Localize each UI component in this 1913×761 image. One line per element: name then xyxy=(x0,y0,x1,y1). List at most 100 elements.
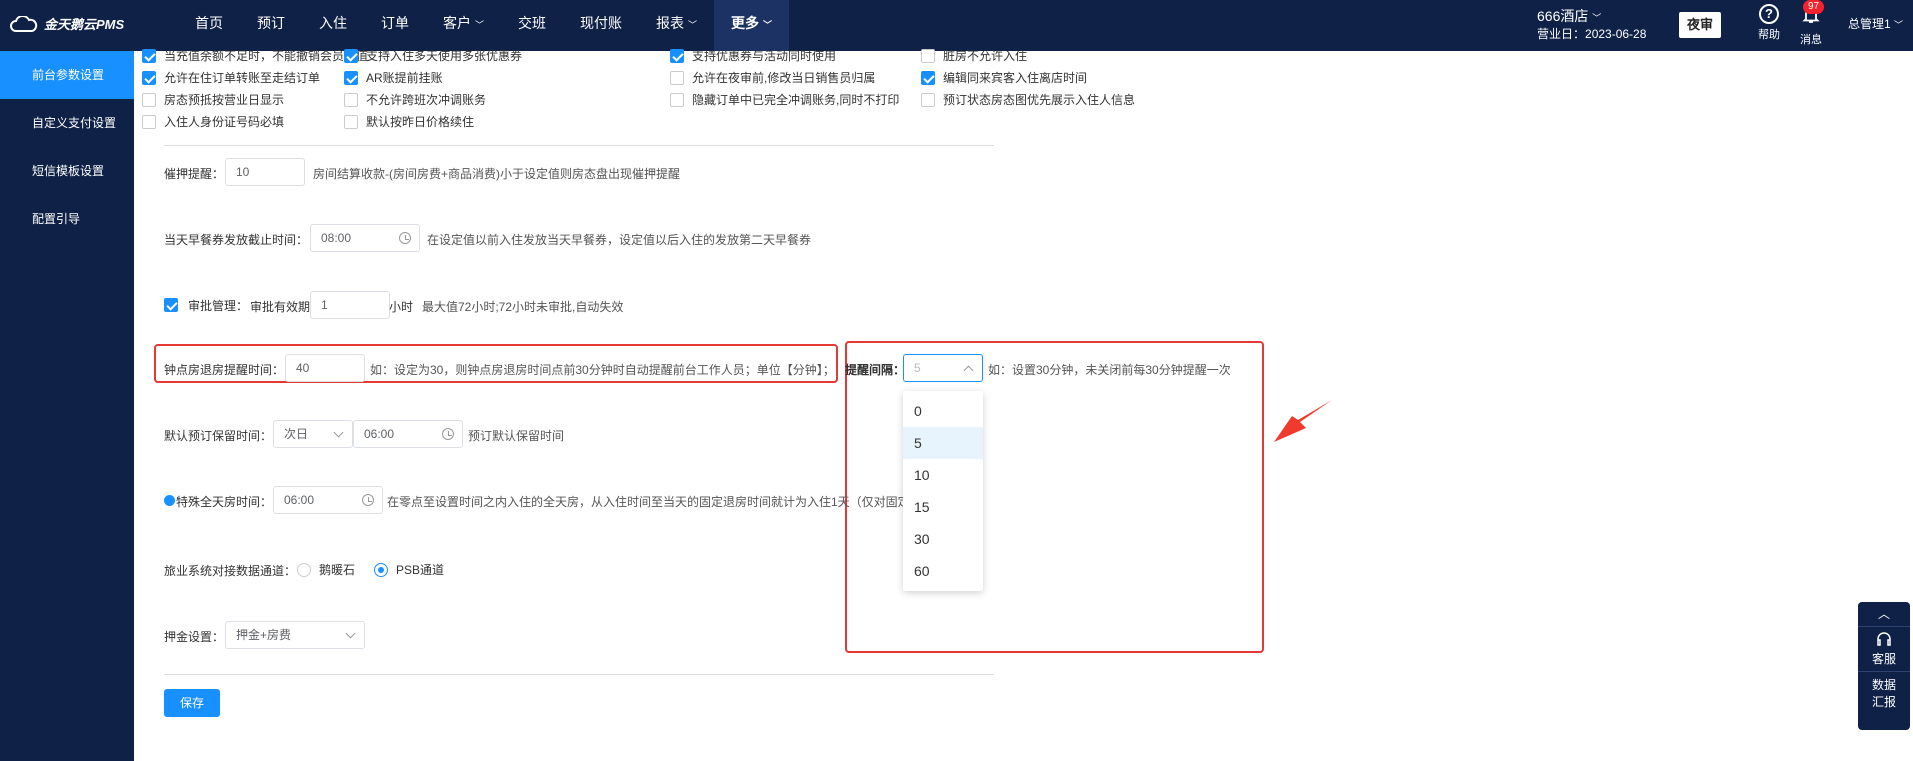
cloud-logo-icon xyxy=(10,15,38,32)
fullday-room-time-picker[interactable]: 06:00 xyxy=(273,486,383,514)
deposit-setting-value: 押金+房费 xyxy=(236,628,292,642)
option-checkbox-col1-0[interactable]: 当充值余额不足时，不能撤销会员充值 xyxy=(142,47,368,64)
clock-icon xyxy=(442,428,454,440)
option-checkbox-col3-1[interactable]: 允许在夜审前,修改当日销售员归属 xyxy=(670,69,875,86)
clock-icon xyxy=(399,232,411,244)
option-label: 编辑同来宾客入住离店时间 xyxy=(943,71,1088,85)
chevron-down-icon: ﹀ xyxy=(763,20,773,30)
nav-item-1[interactable]: 预订 xyxy=(240,0,302,51)
interval-option-0[interactable]: 0 xyxy=(903,395,983,427)
fullday-room-label: 特殊全天房时间： xyxy=(176,495,273,509)
message-count-badge: 97 xyxy=(1803,0,1825,14)
nav-item-7[interactable]: 报表 ﹀ xyxy=(639,0,714,51)
deposit-setting-select[interactable]: 押金+房费 xyxy=(225,621,365,649)
business-date: 营业日：2023-06-28 xyxy=(1537,25,1646,42)
option-checkbox-col2-1[interactable]: AR账提前挂账 xyxy=(344,69,443,86)
hotel-selector[interactable]: 666酒店 ﹀ xyxy=(1537,6,1601,26)
reservation-hold-time-value: 06:00 xyxy=(364,427,395,441)
approval-unit: 小时 xyxy=(389,300,414,314)
reservation-hold-day-select[interactable]: 次日 xyxy=(273,420,353,448)
radio-selected-icon xyxy=(374,562,388,577)
sidebar-item-2[interactable]: 短信模板设置 xyxy=(0,147,134,195)
approval-hint: 最大值72小时;72小时未审批,自动失效 xyxy=(422,300,624,314)
interval-option-15[interactable]: 15 xyxy=(903,491,983,523)
option-checkbox-col1-3[interactable]: 入住人身份证号码必填 xyxy=(142,113,284,130)
option-checkbox-col3-2[interactable]: 隐藏订单中已完全冲调账务,同时不打印 xyxy=(670,91,899,108)
tourism-channel-label: 旅业系统对接数据通道： xyxy=(164,564,297,578)
option-label: 当充值余额不足时，不能撤销会员充值 xyxy=(164,49,369,63)
night-audit-button[interactable]: 夜审 xyxy=(1679,12,1721,38)
approval-checkbox[interactable] xyxy=(164,297,178,312)
app-logo[interactable]: 金天鹅云PMS xyxy=(10,14,124,33)
nav-item-3[interactable]: 订单 xyxy=(364,0,426,51)
nav-item-5[interactable]: 交班 xyxy=(501,0,563,51)
nav-item-8[interactable]: 更多 ﹀ xyxy=(714,0,790,51)
interval-option-10[interactable]: 10 xyxy=(903,459,983,491)
headset-icon xyxy=(1877,632,1891,646)
nav-item-label: 交班 xyxy=(518,15,547,31)
nav-item-4[interactable]: 客户 ﹀ xyxy=(426,0,501,51)
sidebar-item-1[interactable]: 自定义支付设置 xyxy=(0,99,134,147)
nav-item-label: 客户 xyxy=(443,15,471,31)
annotation-arrow-icon xyxy=(1274,400,1332,442)
option-label: 脏房不允许入住 xyxy=(943,49,1028,63)
approval-validity-input[interactable]: 1 xyxy=(310,291,390,319)
radio-label: PSB通道 xyxy=(396,563,445,577)
option-label: 允许在夜审前,修改当日销售员归属 xyxy=(692,71,876,85)
chevron-up-icon[interactable]: ︿ xyxy=(1858,602,1910,626)
checkbox-icon xyxy=(142,114,156,129)
data-report-label-line1: 数据 xyxy=(1871,678,1896,692)
option-checkbox-col4-2[interactable]: 预订状态房态图优先展示入住人信息 xyxy=(921,91,1135,108)
option-checkbox-col1-1[interactable]: 允许在住订单转账至走结订单 xyxy=(142,69,320,86)
option-checkbox-col1-2[interactable]: 房态预抵按营业日显示 xyxy=(142,91,284,108)
sidebar-item-3[interactable]: 配置引导 xyxy=(0,195,134,243)
chevron-down-icon: ﹀ xyxy=(475,20,485,30)
divider xyxy=(164,145,994,146)
help-label: 帮助 xyxy=(1758,29,1780,41)
nav-item-2[interactable]: 入住 xyxy=(302,0,364,51)
interval-option-30[interactable]: 30 xyxy=(903,523,983,555)
checkbox-checked-icon xyxy=(142,48,156,63)
hourly-checkout-label: 钟点房退房提醒时间： xyxy=(164,363,285,377)
option-checkbox-col4-0[interactable]: 脏房不允许入住 xyxy=(921,47,1027,64)
messages-label: 消息 xyxy=(1800,34,1822,46)
chevron-down-icon: ﹀ xyxy=(1592,13,1602,23)
save-button[interactable]: 保存 xyxy=(164,689,220,717)
nav-item-6[interactable]: 现付账 xyxy=(563,0,639,51)
option-checkbox-col2-3[interactable]: 默认按昨日价格续住 xyxy=(344,113,474,130)
option-label: 默认按昨日价格续住 xyxy=(366,115,475,129)
tourism-option-pebble[interactable]: 鹅暖石 xyxy=(297,561,355,578)
option-label: 支持优惠券与活动同时使用 xyxy=(692,49,837,63)
option-checkbox-col4-1[interactable]: 编辑同来宾客入住离店时间 xyxy=(921,69,1087,86)
hourly-checkout-input[interactable]: 40 xyxy=(285,354,365,382)
breakfast-cutoff-time-picker[interactable]: 08:00 xyxy=(310,224,420,252)
nav-item-label: 预订 xyxy=(257,15,285,31)
user-menu[interactable]: 总管理1 ﹀ xyxy=(1848,15,1903,32)
reminder-interval-select[interactable]: 5 xyxy=(903,354,983,382)
deposit-reminder-input[interactable]: 10 xyxy=(225,158,305,186)
option-checkbox-col2-0[interactable]: 支持入住多天使用多张优惠券 xyxy=(344,47,522,64)
hourly-checkout-hint: 如：设定为30，则钟点房退房时间点前30分钟时自动提醒前台工作人员；单位【分钟】… xyxy=(370,363,835,377)
option-checkbox-col2-2[interactable]: 不允许跨班次冲调账务 xyxy=(344,91,486,108)
info-icon[interactable] xyxy=(164,495,175,506)
data-report-button[interactable]: 数据 汇报 xyxy=(1858,671,1910,714)
data-report-label-line2: 汇报 xyxy=(1871,695,1896,709)
option-label: 支持入住多天使用多张优惠券 xyxy=(366,49,523,63)
reservation-hold-time-picker[interactable]: 06:00 xyxy=(353,420,463,448)
nav-item-0[interactable]: 首页 xyxy=(178,0,240,51)
checkbox-icon xyxy=(344,92,358,107)
checkbox-icon xyxy=(921,92,935,107)
help-button[interactable]: ? 帮助 xyxy=(1753,4,1785,42)
radio-label: 鹅暖石 xyxy=(319,563,356,577)
nav-item-label: 更多 xyxy=(731,15,760,31)
divider xyxy=(164,674,994,675)
reminder-interval-hint: 如：设置30分钟，未关闭前每30分钟提醒一次 xyxy=(988,363,1231,377)
tourism-option-psb[interactable]: PSB通道 xyxy=(374,561,444,578)
interval-option-5[interactable]: 5 xyxy=(903,427,983,459)
sidebar-item-0[interactable]: 前台参数设置 xyxy=(0,51,134,99)
checkbox-icon xyxy=(670,92,684,107)
customer-service-button[interactable]: 客服 xyxy=(1858,626,1910,671)
option-checkbox-col3-0[interactable]: 支持优惠券与活动同时使用 xyxy=(670,47,836,64)
reminder-interval-label: 提醒间隔： xyxy=(845,363,906,377)
interval-option-60[interactable]: 60 xyxy=(903,555,983,587)
